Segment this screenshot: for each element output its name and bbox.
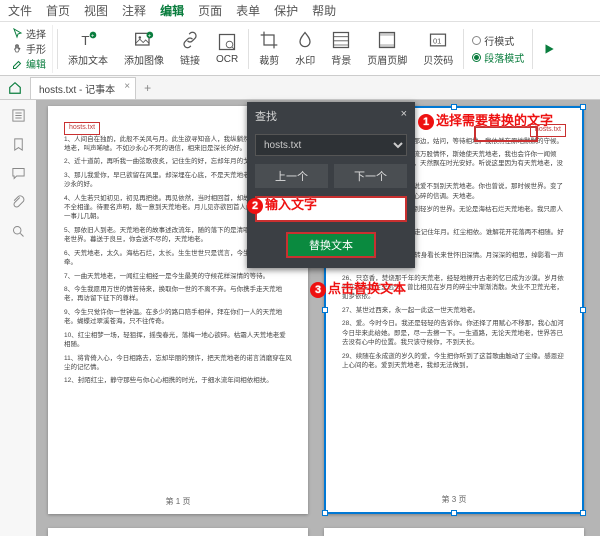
comment-icon[interactable] (11, 166, 26, 181)
page-3-number: 第 3 页 (326, 494, 582, 506)
search-icon[interactable] (11, 224, 26, 239)
bookmark-icon[interactable] (11, 137, 26, 152)
next-button[interactable]: 下一个 (334, 164, 407, 188)
menu-annot[interactable]: 注释 (122, 2, 146, 19)
dialog-close-icon[interactable]: × (401, 108, 407, 124)
menu-help[interactable]: 帮助 (312, 2, 336, 19)
document-tab[interactable]: hosts.txt - 记事本× (30, 77, 136, 99)
link-button[interactable]: 链接 (174, 25, 206, 73)
replace-button[interactable]: 替换文本 (286, 232, 376, 258)
dialog-title: 查找 (255, 108, 277, 124)
ribbon: 选择 手形 编辑 T+添加文本 +添加图像 链接 OCR 裁剪 水印 背景 页眉… (0, 22, 600, 76)
add-text-button[interactable]: T+添加文本 (62, 25, 114, 73)
menu-file[interactable]: 文件 (8, 2, 32, 19)
toc-icon[interactable] (11, 108, 26, 123)
select-tool[interactable]: 选择 (12, 26, 46, 41)
menu-bar: 文件 首页 视图 注释 编辑 页面 表单 保护 帮助 (0, 0, 600, 22)
menu-edit[interactable]: 编辑 (160, 2, 184, 19)
page-4-thumb[interactable]: hosts.txt (324, 528, 584, 536)
callout-1: 1选择需要替换的文字 (418, 110, 553, 130)
run-button[interactable] (537, 29, 561, 69)
para-mode-radio[interactable]: 段落模式 (472, 50, 524, 65)
new-tab-button[interactable]: + (136, 81, 159, 95)
bates-button[interactable]: 01贝茨码 (417, 25, 459, 73)
crop-button[interactable]: 裁剪 (253, 25, 285, 73)
svg-text:01: 01 (433, 36, 441, 45)
hosts-tag-1: hosts.txt (64, 122, 100, 135)
header-footer-button[interactable]: 页眉页脚 (361, 25, 413, 73)
svg-text:+: + (148, 34, 152, 40)
watermark-button[interactable]: 水印 (289, 25, 321, 73)
menu-view[interactable]: 视图 (84, 2, 108, 19)
menu-page[interactable]: 页面 (198, 2, 222, 19)
add-image-button[interactable]: +添加图像 (118, 25, 170, 73)
mode-group: 行模式 段落模式 (468, 29, 528, 69)
row-mode-radio[interactable]: 行模式 (472, 33, 524, 48)
hand-tool[interactable]: 手形 (12, 41, 46, 56)
close-tab-icon[interactable]: × (124, 81, 130, 92)
find-target-select[interactable]: hosts.txt (255, 134, 407, 156)
sidebar (0, 100, 36, 536)
prev-button[interactable]: 上一个 (255, 164, 328, 188)
svg-text:+: + (91, 34, 95, 40)
home-icon[interactable] (0, 81, 30, 95)
pointer-group: 选择 手形 编辑 (6, 25, 53, 73)
svg-text:T: T (81, 33, 89, 48)
workspace: hosts.txt 1、人间自在独酌，此般不关风与月。此生欲寻知音人，我纵躺然到… (0, 100, 600, 536)
page-2-thumb[interactable]: hosts.txt (48, 528, 308, 536)
menu-home[interactable]: 首页 (46, 2, 70, 19)
callout-3: 3点击替换文本 (310, 278, 406, 298)
ocr-button[interactable]: OCR (210, 25, 244, 73)
attachment-icon[interactable] (11, 195, 26, 210)
menu-protect[interactable]: 保护 (274, 2, 298, 19)
menu-form[interactable]: 表单 (236, 2, 260, 19)
edit-tool[interactable]: 编辑 (12, 56, 46, 71)
tab-bar: hosts.txt - 记事本× + (0, 76, 600, 100)
callout-2: 2输入文字 (247, 194, 317, 214)
find-dialog: 查找 × hosts.txt 上一个 下一个 替换文本 (247, 102, 415, 268)
page-1-number: 第 1 页 (48, 496, 308, 508)
background-button[interactable]: 背景 (325, 25, 357, 73)
